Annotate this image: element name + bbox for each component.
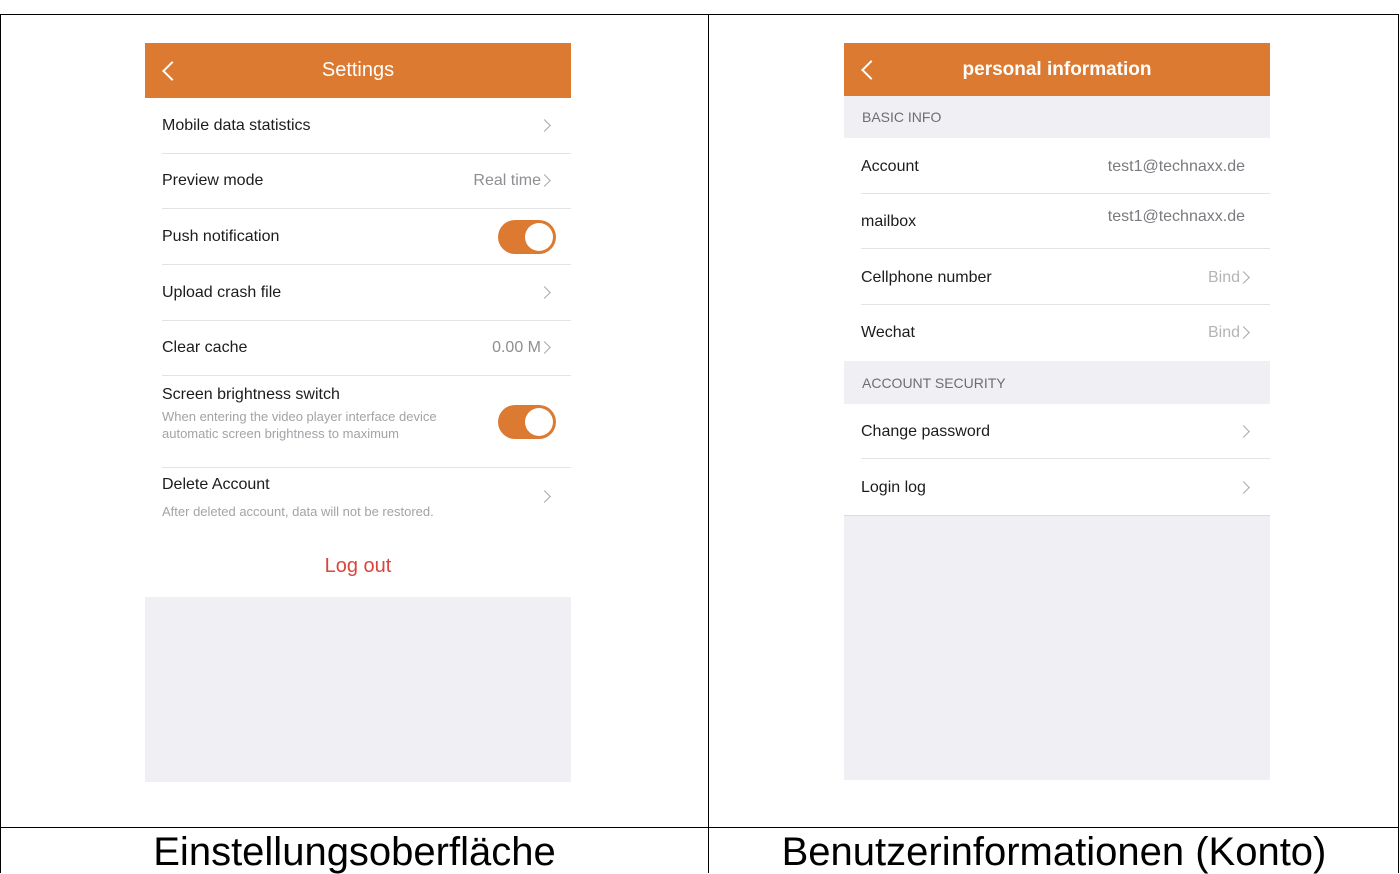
account-security-list: Change password Login log [844, 404, 1270, 515]
cache-size-value: 0.00 M [492, 339, 541, 356]
settings-navbar: Settings [145, 43, 571, 98]
caption-settings: Einstellungsoberfläche [153, 830, 556, 874]
info-row-account[interactable]: Account test1@technaxx.de [844, 138, 1270, 194]
settings-screen: Settings Mobile data statistics Preview … [145, 43, 571, 782]
section-header-basic-info: BASIC INFO [844, 96, 1270, 138]
info-row-mailbox[interactable]: mailbox test1@technaxx.de [844, 194, 1270, 249]
caption-personal-info: Benutzerinformationen (Konto) [781, 830, 1327, 874]
delete-account-description: After deleted account, data will not be … [162, 504, 434, 519]
settings-item-label: Mobile data statistics [162, 117, 311, 134]
chevron-right-icon [538, 119, 551, 132]
basic-info-list: Account test1@technaxx.de mailbox test1@… [844, 138, 1270, 361]
settings-item-label: Push notification [162, 228, 280, 245]
section-header-account-security: ACCOUNT SECURITY [844, 361, 1270, 404]
settings-item-upload-crash[interactable]: Upload crash file [145, 265, 571, 321]
chevron-right-icon [538, 490, 551, 503]
wechat-bind-value: Bind [1207, 324, 1240, 341]
info-row-label: Account [861, 158, 919, 175]
security-row-label: Change password [861, 423, 990, 440]
chevron-right-icon [1237, 425, 1250, 438]
settings-item-delete-account[interactable]: Delete Account After deleted account, da… [145, 468, 571, 524]
settings-item-label: Screen brightness switch [162, 386, 340, 403]
account-value: test1@technaxx.de [1107, 158, 1245, 175]
logout-block: Log out [145, 540, 571, 597]
table-column-divider [708, 15, 709, 873]
personal-info-title: personal information [962, 58, 1152, 80]
chevron-right-icon [538, 286, 551, 299]
personal-info-navbar: personal information [844, 43, 1270, 96]
settings-item-screen-brightness: Screen brightness switch When entering t… [145, 376, 571, 468]
info-row-label: mailbox [861, 213, 917, 230]
screen-brightness-toggle[interactable] [498, 405, 556, 439]
screen-brightness-description: When entering the video player interface… [162, 409, 437, 441]
settings-item-label: Preview mode [162, 172, 264, 189]
toggle-knob [525, 408, 553, 436]
settings-item-mobile-data[interactable]: Mobile data statistics [145, 98, 571, 154]
security-row-login-log[interactable]: Login log [844, 459, 1270, 515]
logout-button[interactable]: Log out [145, 555, 571, 578]
info-row-label: Cellphone number [861, 269, 992, 286]
settings-item-label: Delete Account [162, 476, 270, 493]
settings-item-clear-cache[interactable]: Clear cache 0.00 M [145, 321, 571, 376]
cellphone-bind-value: Bind [1207, 269, 1240, 286]
info-row-wechat[interactable]: Wechat Bind [844, 305, 1270, 361]
preview-mode-value: Real time [473, 172, 541, 189]
table-row-divider [1, 827, 1398, 828]
info-row-cellphone[interactable]: Cellphone number Bind [844, 249, 1270, 305]
security-row-change-password[interactable]: Change password [844, 404, 1270, 459]
info-row-label: Wechat [861, 324, 915, 341]
security-row-label: Login log [861, 479, 926, 496]
settings-list: Mobile data statistics Preview mode Real… [145, 98, 571, 540]
personal-info-screen: personal information BASIC INFO Account … [844, 43, 1270, 780]
settings-item-label: Upload crash file [162, 284, 282, 301]
settings-item-preview-mode[interactable]: Preview mode Real time [145, 154, 571, 209]
push-notification-toggle[interactable] [498, 220, 556, 254]
settings-item-push-notification: Push notification [145, 209, 571, 265]
settings-item-label: Clear cache [162, 339, 248, 356]
list-bottom-border [844, 515, 1270, 516]
settings-title: Settings [321, 59, 395, 81]
chevron-right-icon [1237, 481, 1250, 494]
toggle-knob [525, 223, 553, 251]
mailbox-value: test1@technaxx.de [1107, 208, 1245, 225]
